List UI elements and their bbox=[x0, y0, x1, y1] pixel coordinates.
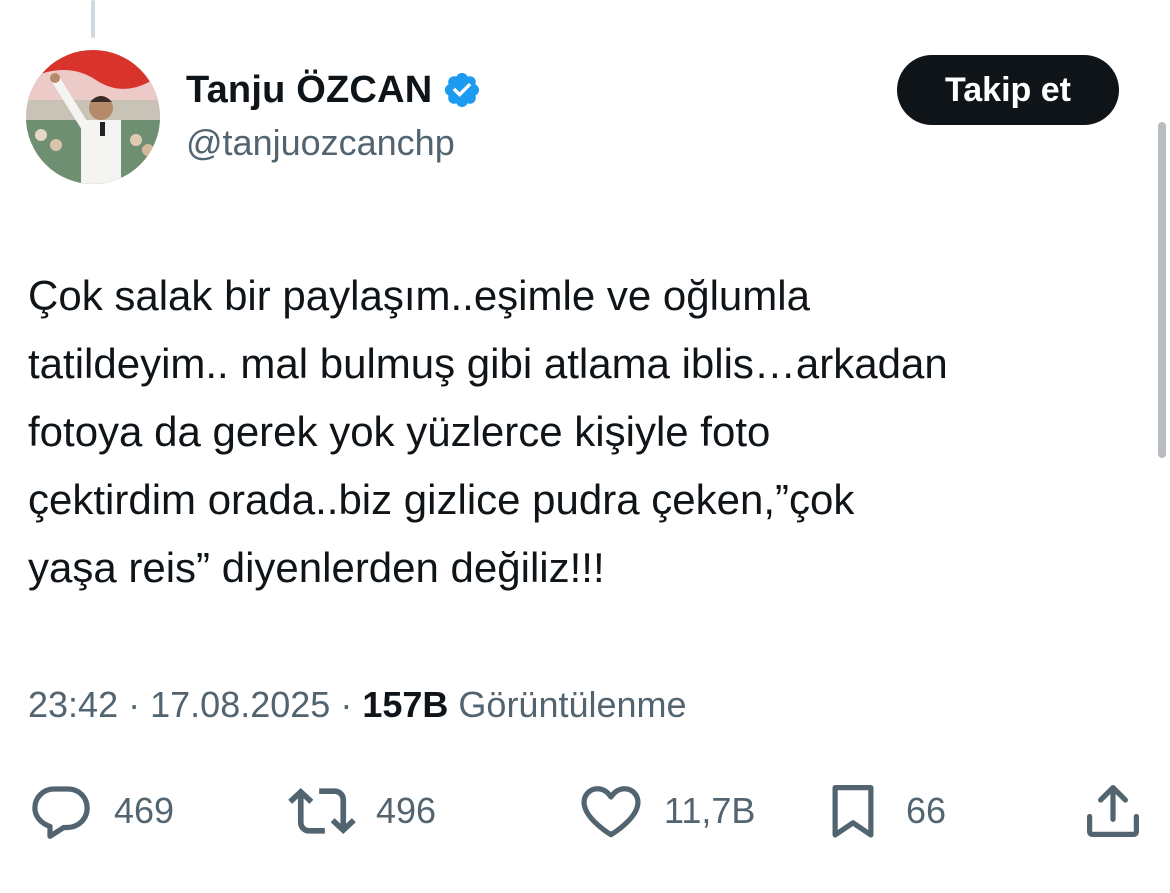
like-count: 11,7B bbox=[664, 790, 756, 831]
author-name-row[interactable]: Tanju ÖZCAN bbox=[186, 62, 482, 118]
tweet-text-line: çektirdim orada..biz gizlice pudra çeken… bbox=[28, 476, 855, 523]
scrollbar[interactable] bbox=[1158, 122, 1166, 458]
bookmark-count: 66 bbox=[906, 790, 947, 831]
reply-count: 469 bbox=[114, 790, 175, 831]
views-count: 157B bbox=[362, 684, 449, 725]
like-button[interactable]: 11,7B bbox=[578, 776, 755, 846]
tweet-actions-bar: 469 496 11,7B 66 bbox=[0, 776, 1170, 846]
tweet-text-line: tatildeyim.. mal bulmuş gibi atlama ibli… bbox=[28, 340, 948, 387]
tweet-date[interactable]: 17.08.2025 bbox=[150, 684, 330, 725]
retweet-count: 496 bbox=[376, 790, 437, 831]
reply-button[interactable]: 469 bbox=[28, 776, 174, 846]
bookmark-button[interactable]: 66 bbox=[820, 776, 946, 846]
retweet-icon bbox=[288, 787, 356, 835]
views-label: Görüntülenme bbox=[458, 684, 687, 725]
tweet-text: Çok salak bir paylaşım..eşimle ve oğluml… bbox=[28, 262, 1148, 602]
author-display-name[interactable]: Tanju ÖZCAN bbox=[186, 69, 432, 112]
verified-badge-icon bbox=[442, 70, 482, 110]
heart-icon bbox=[581, 786, 641, 838]
meta-separator: · bbox=[128, 684, 141, 725]
share-icon bbox=[1087, 785, 1139, 837]
reply-icon bbox=[32, 786, 90, 839]
tweet-text-line: Çok salak bir paylaşım..eşimle ve oğluml… bbox=[28, 272, 810, 319]
thread-connector-line bbox=[91, 0, 95, 38]
profile-photo-icon bbox=[26, 50, 160, 184]
tweet-text-line: fotoya da gerek yok yüzlerce kişiyle fot… bbox=[28, 408, 771, 455]
meta-separator: · bbox=[340, 684, 353, 725]
author-handle[interactable]: @tanjuozcanchp bbox=[186, 122, 455, 164]
tweet-time[interactable]: 23:42 bbox=[28, 684, 118, 725]
tweet-metadata: 23:42 · 17.08.2025 · 157B Görüntülenme bbox=[28, 684, 687, 726]
retweet-button[interactable]: 496 bbox=[288, 776, 436, 846]
avatar[interactable] bbox=[26, 50, 160, 184]
follow-button[interactable]: Takip et bbox=[897, 55, 1119, 125]
bookmark-icon bbox=[832, 785, 874, 838]
share-button[interactable] bbox=[1080, 776, 1146, 846]
tweet-text-line: yaşa reis” diyenlerden değiliz!!! bbox=[28, 544, 605, 591]
